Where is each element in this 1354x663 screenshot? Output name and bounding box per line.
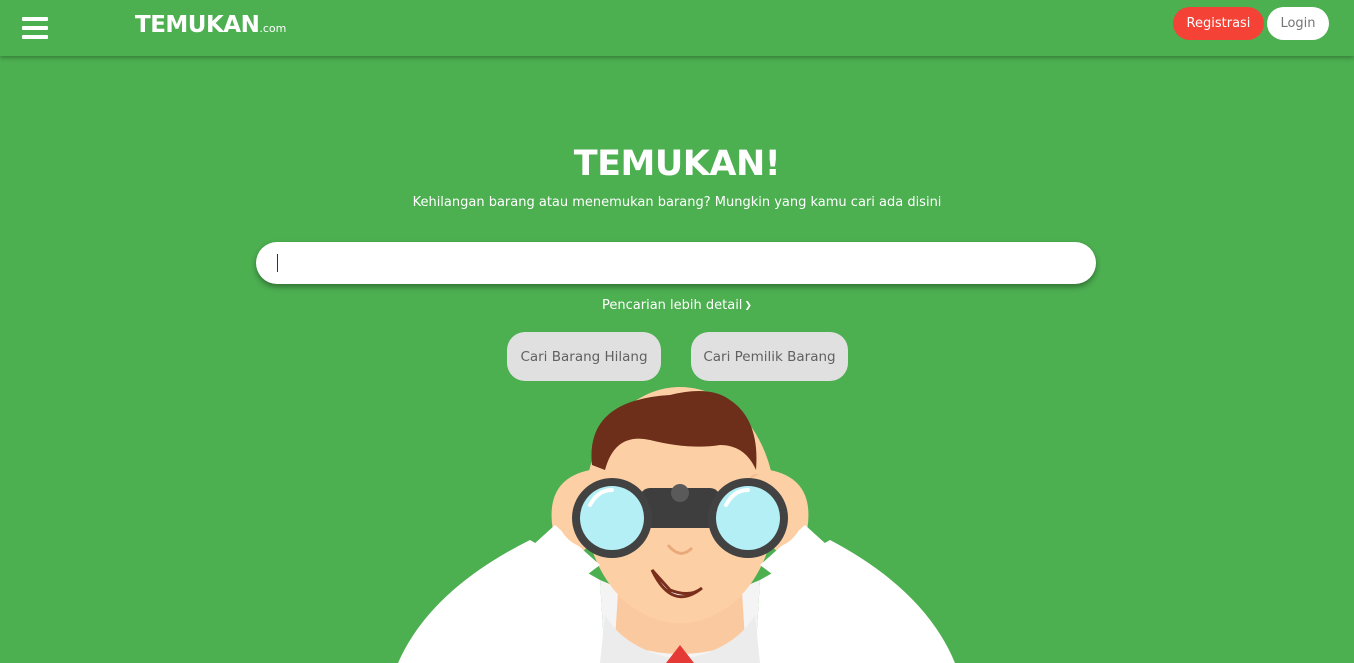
hero-subtitle: Kehilangan barang atau menemukan barang?… [412, 195, 942, 210]
chevron-down-icon: ❯ [744, 301, 752, 311]
text-cursor [277, 254, 278, 272]
advanced-search-toggle[interactable]: Pencarian lebih detail ❯ [0, 298, 1354, 313]
man-with-binoculars-illustration [398, 387, 955, 663]
top-navbar: TEMUKAN.com Registrasi Login [0, 0, 1354, 56]
register-button[interactable]: Registrasi [1173, 7, 1264, 40]
advanced-search-label: Pencarian lebih detail [602, 298, 743, 313]
search-box[interactable] [256, 242, 1096, 284]
hero-title: TEMUKAN! [573, 144, 781, 184]
search-input[interactable] [276, 248, 1076, 278]
brand-name: TEMUKAN [135, 12, 260, 38]
login-button[interactable]: Login [1267, 7, 1329, 40]
search-lost-items-button[interactable]: Cari Barang Hilang [507, 332, 661, 381]
brand-logo[interactable]: TEMUKAN.com [135, 12, 286, 38]
search-item-owner-button[interactable]: Cari Pemilik Barang [691, 332, 848, 381]
hamburger-menu-icon[interactable] [22, 17, 48, 39]
brand-suffix: .com [259, 22, 287, 35]
